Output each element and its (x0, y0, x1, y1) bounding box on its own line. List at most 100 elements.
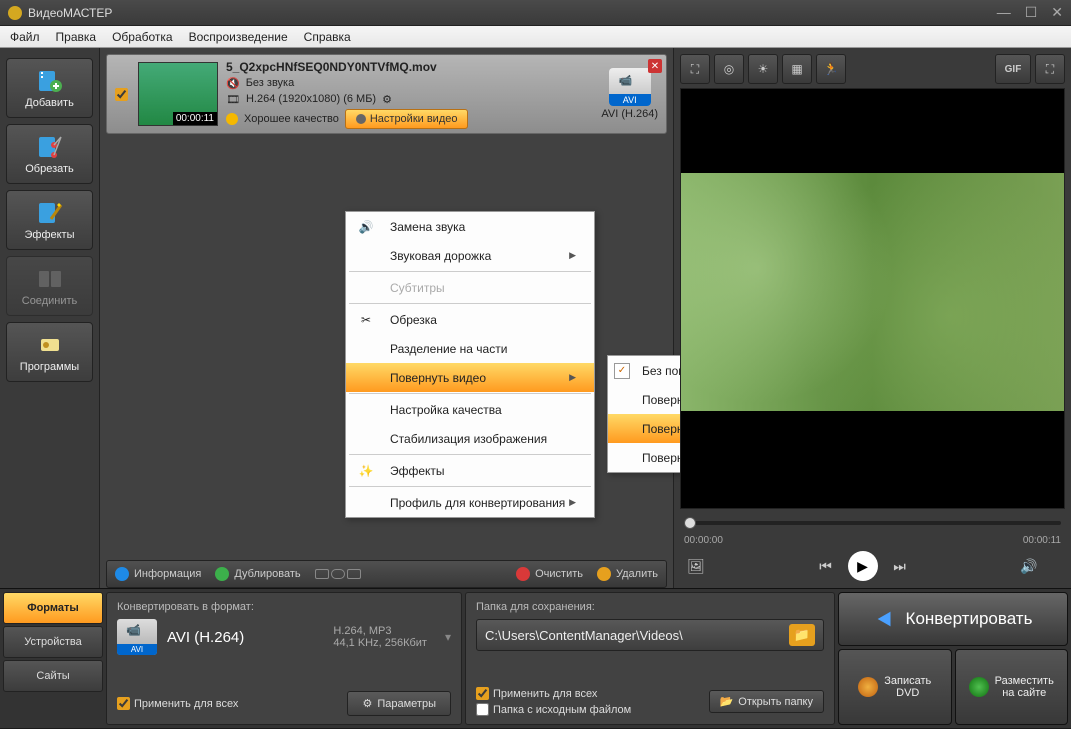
menu-trim[interactable]: ✂Обрезка (346, 305, 594, 334)
clear-icon (516, 567, 530, 581)
video-list-item[interactable]: 00:00:11 5_Q2xpcHNfSEQ0NDY0NTVfMQ.mov 🔇Б… (106, 54, 667, 134)
app-logo (8, 6, 22, 20)
format-panel: Конвертировать в формат: 📹AVI AVI (H.264… (106, 592, 462, 725)
time-total: 00:00:11 (1023, 535, 1061, 546)
convert-icon (874, 608, 896, 630)
remove-video-button[interactable]: ✕ (648, 59, 662, 73)
folder-panel: Папка для сохранения: C:\Users\ContentMa… (465, 592, 835, 725)
menu-quality[interactable]: Настройка качества (346, 395, 594, 424)
film-icon: 🎞 (226, 93, 240, 106)
convert-button[interactable]: Конвертировать (838, 592, 1068, 646)
maximize-button[interactable]: ☐ (1025, 4, 1038, 21)
crop-tool-button[interactable]: ⛶ (680, 54, 710, 84)
delete-icon (597, 567, 611, 581)
tab-formats[interactable]: Форматы (3, 592, 103, 624)
menu-file[interactable]: Файл (10, 30, 40, 44)
tab-sites[interactable]: Сайты (3, 660, 103, 692)
menu-profile[interactable]: Профиль для конвертирования▶ (346, 488, 594, 517)
format-selector[interactable]: 📹AVI AVI (H.264) H.264, MP344,1 KHz, 256… (117, 619, 451, 655)
gear-icon: ⚙ (362, 697, 372, 710)
menu-process[interactable]: Обработка (112, 30, 173, 44)
tool-add[interactable]: Добавить (6, 58, 93, 118)
video-filename: 5_Q2xpcHNfSEQ0NDY0NTVfMQ.mov (226, 60, 593, 74)
dvd-icon (858, 677, 878, 697)
chevron-down-icon: ▾ (445, 630, 451, 644)
window-title: ВидеоМАСТЕР (28, 6, 997, 20)
context-menu-main: 🔊Замена звука Звуковая дорожка▶ Субтитры… (345, 211, 595, 518)
timeline-slider[interactable] (680, 513, 1065, 533)
tab-devices[interactable]: Устройства (3, 626, 103, 658)
film-wand-icon (36, 200, 64, 226)
snapshot-button[interactable]: 🖼 (684, 554, 708, 578)
menu-stabilize[interactable]: Стабилизация изображения (346, 424, 594, 453)
video-thumbnail[interactable]: 00:00:11 (138, 62, 218, 126)
edit-icon[interactable]: ⚙ (382, 93, 392, 106)
folder-icon: 📁 (794, 627, 810, 643)
browse-folder-button[interactable]: 📁 (789, 624, 815, 646)
menu-rotate[interactable]: Повернуть видео▶ (346, 363, 594, 392)
source-folder-checkbox[interactable]: Папка с исходным файлом (476, 703, 631, 716)
tool-programs[interactable]: Программы (6, 322, 93, 382)
brightness-tool-button[interactable]: ☀ (748, 54, 778, 84)
menu-split[interactable]: Разделение на части (346, 334, 594, 363)
play-button[interactable]: ▶ (848, 551, 878, 581)
tool-effects[interactable]: Эффекты (6, 190, 93, 250)
volume-button[interactable]: 🔊 (1017, 554, 1041, 578)
globe-icon (969, 677, 989, 697)
speed-tool-button[interactable]: 🏃 (816, 54, 846, 84)
check-icon: ✓ (614, 363, 630, 379)
output-folder-field[interactable]: C:\Users\ContentManager\Videos\ 📁 (476, 619, 824, 651)
delete-button[interactable]: Удалить (597, 567, 658, 581)
video-checkbox[interactable] (115, 88, 128, 101)
prev-button[interactable]: ⏮ (814, 554, 838, 578)
image-icon: 🖼 (687, 558, 705, 575)
video-preview[interactable] (680, 88, 1065, 509)
menu-subtitles: Субтитры (346, 273, 594, 302)
scissors-icon: ✂ (356, 310, 376, 330)
quality-icon (226, 113, 238, 125)
close-button[interactable]: ✕ (1051, 4, 1063, 21)
duplicate-button[interactable]: Дублировать (215, 567, 300, 581)
publish-button[interactable]: Разместитьна сайте (955, 649, 1069, 725)
menu-playback[interactable]: Воспроизведение (189, 30, 288, 44)
tool-merge: Соединить (6, 256, 93, 316)
timeline-thumb[interactable] (684, 517, 696, 529)
fullscreen-button[interactable]: ⛶ (1035, 54, 1065, 84)
apply-all-folder-checkbox[interactable]: Применить для всех (476, 687, 631, 700)
gif-button[interactable]: GIF (995, 54, 1031, 84)
mute-icon: 🔇 (226, 77, 240, 90)
capture-tool-button[interactable]: ◎ (714, 54, 744, 84)
view-mode-toggle[interactable] (315, 569, 361, 579)
params-button[interactable]: ⚙Параметры (347, 691, 451, 716)
camera-icon: ◎ (724, 62, 734, 76)
film-scissors-icon (36, 134, 64, 160)
clear-button[interactable]: Очистить (516, 567, 583, 581)
film-add-icon (36, 68, 64, 94)
camcorder-icon: 📹 (126, 623, 141, 637)
menu-edit[interactable]: Правка (56, 30, 97, 44)
folder-open-icon: 📂 (720, 695, 734, 708)
crop-frame-button[interactable]: ▦ (782, 54, 812, 84)
film-merge-icon (36, 266, 64, 292)
tool-crop[interactable]: Обрезать (6, 124, 93, 184)
video-output-format[interactable]: 📹AVI AVI (H.264) (601, 68, 658, 120)
menu-effects[interactable]: ✨Эффекты (346, 456, 594, 485)
minimize-button[interactable]: — (997, 4, 1011, 21)
key-card-icon (36, 332, 64, 358)
apply-all-checkbox[interactable]: Применить для всех (117, 697, 238, 710)
gear-icon (356, 114, 366, 124)
brightness-icon: ☀ (758, 62, 769, 76)
video-settings-button[interactable]: Настройки видео (345, 109, 469, 129)
menu-help[interactable]: Справка (304, 30, 351, 44)
info-button[interactable]: Информация (115, 567, 201, 581)
burn-dvd-button[interactable]: ЗаписатьDVD (838, 649, 952, 725)
menu-audio-track[interactable]: Звуковая дорожка▶ (346, 241, 594, 270)
frame-icon: ▦ (791, 62, 802, 76)
run-icon: 🏃 (824, 62, 839, 76)
next-button[interactable]: ⏭ (888, 554, 912, 578)
list-toolbar: Информация Дублировать Очистить Удалить (106, 560, 667, 588)
info-icon (115, 567, 129, 581)
video-duration: 00:00:11 (173, 112, 217, 125)
menu-replace-audio[interactable]: 🔊Замена звука (346, 212, 594, 241)
open-folder-button[interactable]: 📂Открыть папку (709, 690, 824, 713)
